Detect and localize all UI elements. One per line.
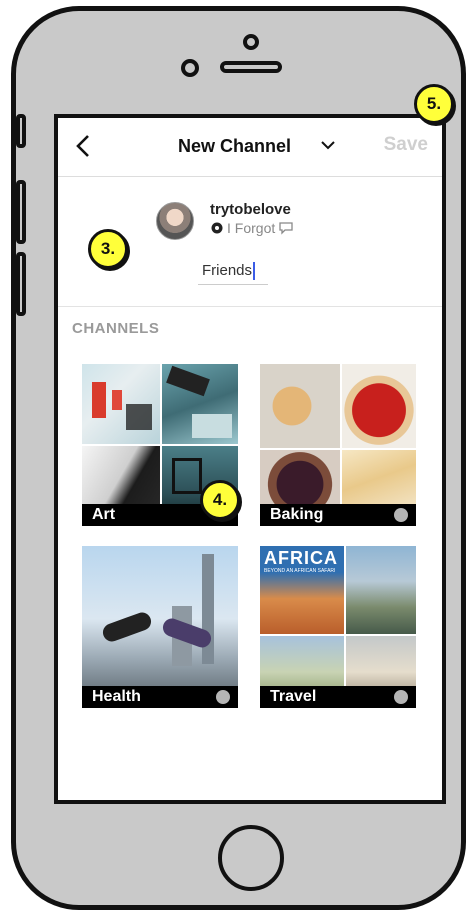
volume-down-button: [16, 252, 26, 316]
nav-bar: New Channel Save: [58, 118, 442, 177]
speech-bubble-icon: [279, 222, 293, 235]
eye-icon: [211, 222, 223, 234]
user-status: I Forgot: [210, 220, 294, 236]
channel-tile-health[interactable]: Health: [82, 546, 238, 708]
channel-name-input[interactable]: Friends: [198, 258, 268, 285]
baking-image-2: [342, 364, 416, 448]
back-chevron-icon[interactable]: [70, 132, 98, 160]
annotation-badge-5: 5.: [414, 84, 454, 124]
app-screen: New Channel Save trytobelove I Forgot Fr…: [54, 114, 446, 804]
select-radio[interactable]: [216, 690, 230, 704]
health-image: [82, 546, 238, 708]
channel-tile-baking[interactable]: Baking: [260, 364, 416, 526]
travel-image-1: AFRICA BEYOND AN AFRICAN SAFARI: [260, 546, 344, 634]
travel-cover-subtitle: BEYOND AN AFRICAN SAFARI: [264, 568, 336, 574]
art-image-1: [82, 364, 160, 444]
volume-up-button: [16, 180, 26, 244]
save-button[interactable]: Save: [384, 134, 428, 156]
channel-name-baking: Baking: [270, 506, 324, 523]
channel-label-bar: Travel: [260, 686, 416, 708]
annotation-badge-4: 4.: [200, 480, 240, 520]
channel-tile-travel[interactable]: AFRICA BEYOND AN AFRICAN SAFARI Travel: [260, 546, 416, 708]
chevron-down-icon[interactable]: [320, 138, 336, 152]
divider: [58, 306, 442, 307]
art-image-2: [162, 364, 238, 444]
channel-name-art: Art: [92, 506, 116, 523]
channel-name-health: Health: [92, 688, 141, 705]
channels-heading: CHANNELS: [72, 320, 160, 337]
proximity-sensor: [181, 59, 199, 77]
mute-switch: [16, 114, 26, 148]
travel-cover-title: AFRICA: [264, 548, 338, 568]
annotation-badge-3: 3.: [88, 229, 128, 269]
front-camera: [243, 34, 259, 50]
earpiece-speaker: [220, 61, 282, 73]
status-text: I Forgot: [227, 220, 276, 236]
channel-name-travel: Travel: [270, 688, 317, 705]
channel-label-bar: Baking: [260, 504, 416, 526]
select-radio[interactable]: [394, 690, 408, 704]
channel-label-bar: Health: [82, 686, 238, 708]
baking-image-1: [260, 364, 340, 448]
select-radio[interactable]: [394, 508, 408, 522]
avatar: [156, 202, 194, 240]
travel-image-2: [346, 546, 416, 634]
channel-name-value: Friends: [202, 262, 256, 281]
home-button[interactable]: [218, 825, 284, 891]
username: trytobelove: [210, 201, 291, 218]
page-title: New Channel: [178, 136, 292, 156]
